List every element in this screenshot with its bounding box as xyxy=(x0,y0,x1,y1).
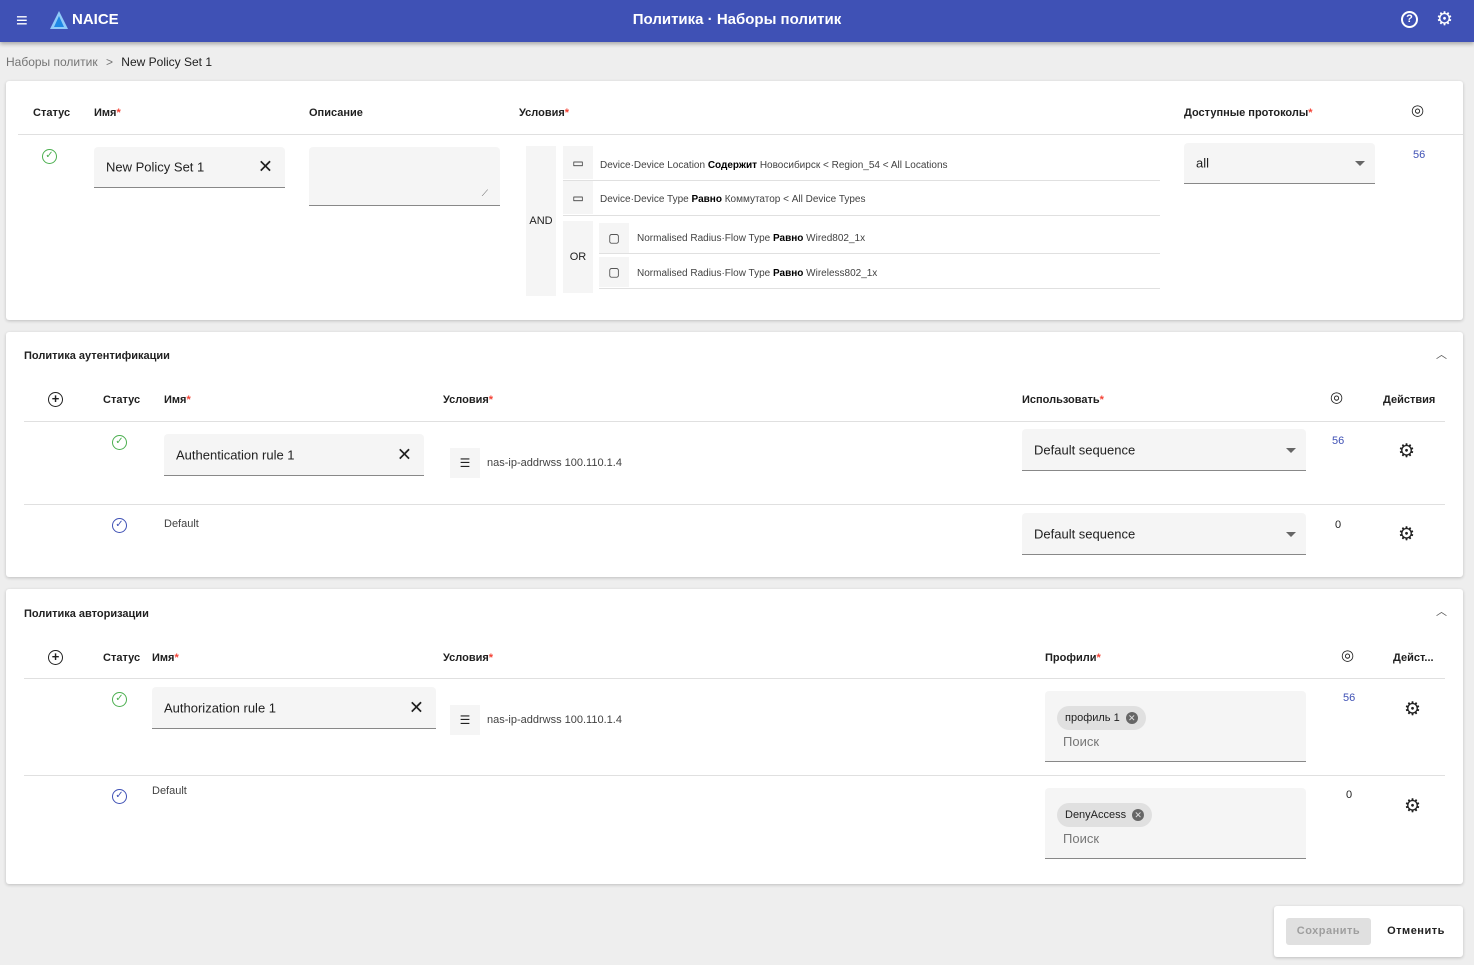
actions-gear-icon[interactable]: ⚙ xyxy=(1404,795,1421,818)
remove-chip-icon[interactable]: ✕ xyxy=(1125,712,1138,724)
actions-gear-icon[interactable]: ⚙ xyxy=(1404,698,1421,721)
description-textarea[interactable]: ⟋ xyxy=(309,147,500,206)
use-select[interactable]: Default sequence xyxy=(1022,513,1306,555)
chevron-down-icon xyxy=(1355,161,1365,166)
col-profiles: Профили* xyxy=(1045,652,1101,664)
radius-flow-icon: ▢ xyxy=(599,223,629,253)
profiles-input[interactable]: DenyAccess ✕ Поиск xyxy=(1045,788,1306,859)
condition-4[interactable]: Normalised Radius·Flow Type Равно Wirele… xyxy=(637,268,877,279)
hit-target-icon: ◎ xyxy=(1341,647,1355,664)
hit-count: 0 xyxy=(1335,519,1342,531)
col-status: Статус xyxy=(33,107,71,119)
rule-name: Default xyxy=(152,785,187,797)
profile-chip: DenyAccess ✕ xyxy=(1057,803,1153,827)
add-rule-button[interactable]: + xyxy=(48,392,63,407)
hit-count: 56 xyxy=(1413,149,1426,161)
authentication-policy-card: Политика аутентификации ︿ + Статус Имя* … xyxy=(6,332,1463,577)
app-header: ≡ NAICE Политика · Наборы политик ? ⚙ xyxy=(0,0,1474,42)
rule-name-input[interactable]: Authorization rule 1 ✕ xyxy=(152,687,436,729)
radius-flow-icon: ▢ xyxy=(599,257,629,287)
profiles-input[interactable]: профиль 1 ✕ Поиск xyxy=(1045,691,1306,762)
policy-set-name-input[interactable]: New Policy Set 1 ✕ xyxy=(94,147,285,188)
condition-1[interactable]: Device·Device Location Содержит Новосиби… xyxy=(600,160,948,171)
col-name: Имя* xyxy=(164,394,191,406)
profile-chip: профиль 1 ✕ xyxy=(1057,706,1146,730)
condition-icon: ☰ xyxy=(450,448,480,478)
protocols-select[interactable]: all xyxy=(1184,143,1375,184)
rule-condition[interactable]: nas-ip-addrwss 100.110.1.4 xyxy=(487,714,622,726)
hit-count: 56 xyxy=(1332,435,1345,447)
status-enabled-icon[interactable]: ✓ xyxy=(112,435,127,450)
collapse-icon[interactable]: ︿ xyxy=(1436,603,1447,619)
search-placeholder: Поиск xyxy=(1063,734,1100,749)
device-icon: ▭ xyxy=(563,146,593,179)
hit-count: 56 xyxy=(1343,692,1356,704)
status-default-icon[interactable]: ✓ xyxy=(112,789,127,804)
add-rule-button[interactable]: + xyxy=(48,650,63,665)
chevron-down-icon xyxy=(1286,447,1296,453)
rule-condition[interactable]: nas-ip-addrwss 100.110.1.4 xyxy=(487,457,622,469)
or-operator: OR xyxy=(563,221,593,293)
save-button[interactable]: Сохранить xyxy=(1286,918,1371,945)
col-use: Использовать* xyxy=(1022,394,1104,406)
col-actions: Дейст... xyxy=(1393,652,1434,664)
collapse-icon[interactable]: ︿ xyxy=(1436,346,1447,362)
status-enabled-icon[interactable]: ✓ xyxy=(112,692,127,707)
clear-icon[interactable]: ✕ xyxy=(409,697,424,718)
condition-3[interactable]: Normalised Radius·Flow Type Равно Wired8… xyxy=(637,233,865,244)
col-name: Имя* xyxy=(94,107,121,119)
status-default-icon[interactable]: ✓ xyxy=(112,518,127,533)
section-title: Политика аутентификации xyxy=(24,350,170,362)
authorization-policy-card: Политика авторизации ︿ + Статус Имя* Усл… xyxy=(6,589,1463,884)
col-conditions: Условия* xyxy=(443,394,494,406)
section-title: Политика авторизации xyxy=(24,608,149,620)
breadcrumb: Наборы политик > New Policy Set 1 xyxy=(6,55,212,69)
use-select[interactable]: Default sequence xyxy=(1022,429,1306,471)
gear-icon[interactable]: ⚙ xyxy=(1436,8,1453,31)
breadcrumb-separator: > xyxy=(105,55,113,69)
col-status: Статус xyxy=(103,394,141,406)
col-conditions: Условия* xyxy=(443,652,494,664)
rule-name: Default xyxy=(164,518,199,530)
footer-actions: Сохранить Отменить xyxy=(1274,906,1463,957)
col-protocols: Доступные протоколы* xyxy=(1184,107,1313,119)
search-placeholder: Поиск xyxy=(1063,831,1100,846)
page-title: Политика · Наборы политик xyxy=(632,11,842,28)
clear-icon[interactable]: ✕ xyxy=(258,157,273,178)
col-conditions: Условия* xyxy=(519,107,570,119)
col-status: Статус xyxy=(103,652,141,664)
clear-icon[interactable]: ✕ xyxy=(397,444,412,465)
rule-name-input[interactable]: Authentication rule 1 ✕ xyxy=(164,434,424,476)
condition-2[interactable]: Device·Device Type Равно Коммутатор < Al… xyxy=(600,194,866,205)
policy-set-card: Статус Имя* Описание Условия* Доступные … xyxy=(6,81,1463,320)
hit-target-icon: ◎ xyxy=(1330,389,1344,406)
col-description: Описание xyxy=(309,107,363,119)
actions-gear-icon[interactable]: ⚙ xyxy=(1398,440,1415,463)
resize-handle-icon[interactable]: ⟋ xyxy=(482,188,488,199)
breadcrumb-current: New Policy Set 1 xyxy=(121,55,212,69)
cancel-button[interactable]: Отменить xyxy=(1380,918,1452,945)
hit-count: 0 xyxy=(1346,789,1353,801)
remove-chip-icon[interactable]: ✕ xyxy=(1132,809,1145,821)
col-actions: Действия xyxy=(1383,394,1436,406)
col-name: Имя* xyxy=(152,652,179,664)
chevron-down-icon xyxy=(1286,531,1296,537)
help-icon[interactable]: ? xyxy=(1401,11,1418,28)
status-enabled-icon[interactable]: ✓ xyxy=(42,149,57,164)
condition-icon: ☰ xyxy=(450,705,480,735)
and-operator: AND xyxy=(526,146,556,296)
breadcrumb-parent[interactable]: Наборы политик xyxy=(6,55,98,69)
device-icon: ▭ xyxy=(563,181,593,214)
actions-gear-icon[interactable]: ⚙ xyxy=(1398,523,1415,546)
hit-target-icon: ◎ xyxy=(1411,102,1425,119)
